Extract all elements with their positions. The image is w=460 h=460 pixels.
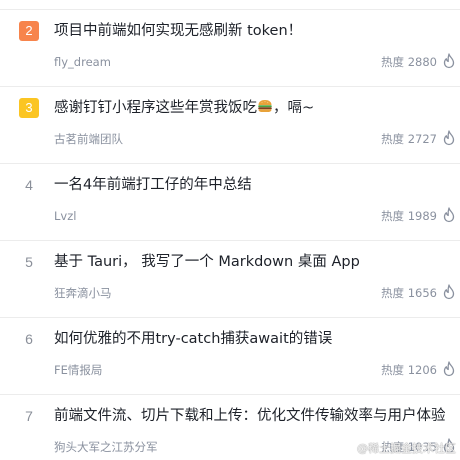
article-title[interactable]: 感谢钉钉小程序这些年赏我饭吃 ，嗝~ xyxy=(54,97,314,119)
article-title-text: 感谢钉钉小程序这些年赏我饭吃 xyxy=(54,100,257,116)
heat-count: 热度 1989 xyxy=(381,207,437,225)
flame-icon xyxy=(443,361,455,377)
article-title[interactable]: 项目中前端如何实现无感刷新 token！ xyxy=(54,20,302,42)
heat-value: 2727 xyxy=(407,132,437,146)
author-name[interactable]: FE情报局 xyxy=(54,361,102,379)
heat-value: 1989 xyxy=(407,209,437,223)
author-name[interactable]: 古茗前端团队 xyxy=(54,130,123,148)
heat-label: 热度 xyxy=(381,209,405,223)
heat-label: 热度 xyxy=(381,286,405,300)
list-item[interactable]: 3 感谢钉钉小程序这些年赏我饭吃 ，嗝~ 古茗前端团队 热度 2727 xyxy=(0,87,460,164)
list-item[interactable]: 6 如何优雅的不用try-catch捕获await的错误 FE情报局 热度 12… xyxy=(0,318,460,395)
author-name[interactable]: Lvzl xyxy=(54,207,76,225)
author-name[interactable]: fly_dream xyxy=(54,53,111,71)
author-name[interactable]: 狗头大军之江苏分军 xyxy=(54,438,158,456)
flame-icon xyxy=(443,207,455,223)
flame-icon xyxy=(443,284,455,300)
rank-badge: 3 xyxy=(19,98,39,118)
flame-icon xyxy=(443,130,455,146)
heat-label: 热度 xyxy=(381,132,405,146)
rank-badge: 2 xyxy=(19,21,39,41)
heat-count: 热度 1206 xyxy=(381,361,437,379)
article-title[interactable]: 如何优雅的不用try-catch捕获await的错误 xyxy=(54,328,332,350)
list-item[interactable]: 5 基于 Tauri， 我写了一个 Markdown 桌面 App 狂奔滴小马 … xyxy=(0,241,460,318)
heat-label: 热度 xyxy=(381,363,405,377)
rank-number: 5 xyxy=(25,254,33,270)
heat-value: 1206 xyxy=(407,363,437,377)
rank-number: 4 xyxy=(25,177,33,193)
article-title-suffix: ，嗝~ xyxy=(273,100,315,116)
article-title[interactable]: 一名4年前端打工仔的年中总结 xyxy=(54,174,252,196)
list-item[interactable]: 2 项目中前端如何实现无感刷新 token！ fly_dream 热度 2880 xyxy=(0,10,460,87)
list-item[interactable]: 4 一名4年前端打工仔的年中总结 Lvzl 热度 1989 xyxy=(0,164,460,241)
burger-icon xyxy=(258,100,272,112)
heat-value: 2880 xyxy=(407,55,437,69)
heat-count: 热度 2880 xyxy=(381,53,437,71)
rank-number: 7 xyxy=(25,408,33,424)
author-name[interactable]: 狂奔滴小马 xyxy=(54,284,112,302)
heat-count: 热度 1656 xyxy=(381,284,437,302)
article-title[interactable]: 前端文件流、切片下载和上传：优化文件传输效率与用户体验 xyxy=(54,405,446,427)
rank-number: 6 xyxy=(25,331,33,347)
hot-articles-list: 2 项目中前端如何实现无感刷新 token！ fly_dream 热度 2880… xyxy=(0,0,460,460)
heat-value: 1656 xyxy=(407,286,437,300)
article-title[interactable]: 基于 Tauri， 我写了一个 Markdown 桌面 App xyxy=(54,251,360,273)
watermark: @稀土掘金技术社区 xyxy=(357,442,456,455)
flame-icon xyxy=(443,53,455,69)
heat-count: 热度 2727 xyxy=(381,130,437,148)
heat-label: 热度 xyxy=(381,55,405,69)
